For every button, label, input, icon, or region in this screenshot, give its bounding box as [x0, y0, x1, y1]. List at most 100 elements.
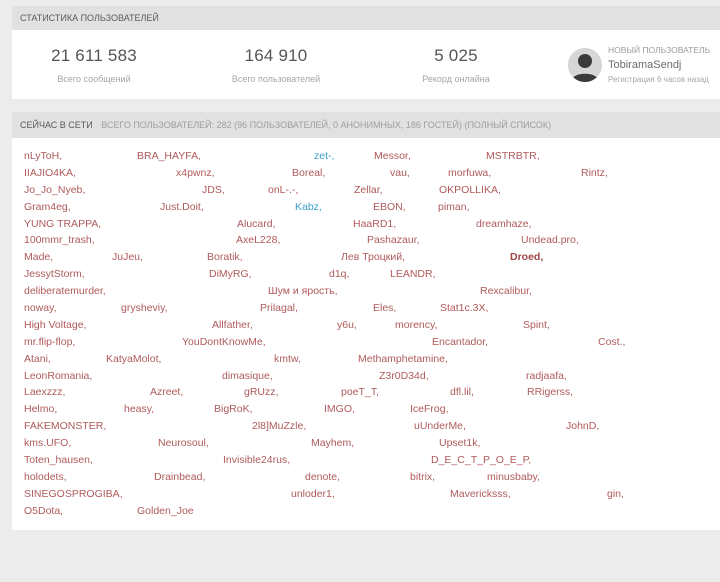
user-link[interactable]: AxeL228, — [236, 234, 280, 246]
user-link[interactable]: Boratik, — [207, 251, 243, 263]
user-link[interactable]: Just.Doit, — [160, 201, 204, 213]
user-link[interactable]: Stat1c.3X, — [440, 302, 488, 314]
newest-user-avatar[interactable] — [568, 48, 602, 82]
user-link[interactable]: IceFrog, — [410, 403, 449, 415]
user-link[interactable]: YUNG TRAPPA, — [24, 218, 101, 230]
user-link[interactable]: Methamphetamine, — [358, 353, 448, 365]
user-link[interactable]: nLyToH, — [24, 150, 62, 162]
user-link[interactable]: morfuwa, — [448, 167, 491, 179]
user-link[interactable]: Prilagal, — [260, 302, 298, 314]
user-link[interactable]: RRigerss, — [527, 386, 573, 398]
user-link[interactable]: Golden_Joe — [137, 505, 194, 517]
user-link[interactable]: kms.UFO, — [24, 437, 71, 449]
user-link[interactable]: KatyaMolot, — [106, 353, 161, 365]
user-link[interactable]: BigRoK, — [214, 403, 253, 415]
user-link[interactable]: minusbaby, — [487, 471, 540, 483]
user-link[interactable]: HaaRD1, — [353, 218, 396, 230]
user-link[interactable]: IIAJIO4KA, — [24, 167, 76, 179]
user-link[interactable]: Azreet, — [150, 386, 183, 398]
user-link[interactable]: MSTRBTR, — [486, 150, 540, 162]
user-link[interactable]: LeonRomania, — [24, 370, 92, 382]
user-link[interactable]: Cost., — [598, 336, 625, 348]
user-link[interactable]: denote, — [305, 471, 340, 483]
user-link[interactable]: Gram4eg, — [24, 201, 71, 213]
user-link[interactable]: Z3r0D34d, — [379, 370, 429, 382]
user-link[interactable]: Droed, — [510, 251, 543, 263]
newest-user-name[interactable]: TobiramaSendj — [608, 59, 710, 71]
online-summary[interactable]: ВСЕГО ПОЛЬЗОВАТЕЛЕЙ: 282 (96 ПОЛЬЗОВАТЕЛ… — [101, 120, 551, 130]
user-link[interactable]: d1q, — [329, 268, 349, 280]
user-link[interactable]: FAKEMONSTER, — [24, 420, 106, 432]
user-link[interactable]: Laexzzz, — [24, 386, 65, 398]
user-link[interactable]: uUnderMe, — [414, 420, 466, 432]
user-link[interactable]: y6u, — [337, 319, 357, 331]
user-link[interactable]: D_E_C_T_P_O_E_P, — [431, 454, 531, 466]
user-link[interactable]: piman, — [438, 201, 470, 213]
user-link[interactable]: bitrix, — [410, 471, 435, 483]
user-link[interactable]: SINEGOSPROGIBA, — [24, 488, 123, 500]
user-link[interactable]: Jo_Jo_Nyeb, — [24, 184, 85, 196]
user-link[interactable]: Made, — [24, 251, 53, 263]
user-link[interactable]: Rexcalibur, — [480, 285, 532, 297]
user-link[interactable]: Helmo, — [24, 403, 57, 415]
user-link[interactable]: radjaafa, — [526, 370, 567, 382]
user-link[interactable]: DiMyRG, — [209, 268, 252, 280]
user-link[interactable]: JohnD, — [566, 420, 599, 432]
user-link[interactable]: heasy, — [124, 403, 154, 415]
user-link[interactable]: Undead.pro, — [521, 234, 579, 246]
user-link[interactable]: vau, — [390, 167, 410, 179]
user-link[interactable]: JDS, — [202, 184, 225, 196]
user-link[interactable]: Atani, — [24, 353, 51, 365]
user-row: nLyToH, BRA_HAYFA, zet-, Messor, MSTRBTR, — [24, 150, 704, 167]
user-link[interactable]: gRUzz, — [244, 386, 278, 398]
user-link[interactable]: Шум и ярость, — [268, 285, 338, 297]
user-link[interactable]: Mavericksss, — [450, 488, 511, 500]
user-link[interactable]: mr.flip-flop, — [24, 336, 75, 348]
user-link[interactable]: 100mmr_trash, — [24, 234, 95, 246]
user-link[interactable]: Boreal, — [292, 167, 325, 179]
user-link[interactable]: zet-, — [314, 150, 334, 162]
user-link[interactable]: Alucard, — [237, 218, 276, 230]
user-link[interactable]: Kabz, — [295, 201, 322, 213]
user-link[interactable]: Invisible24rus, — [223, 454, 290, 466]
user-link[interactable]: onL-.-, — [268, 184, 298, 196]
user-link[interactable]: dimasique, — [222, 370, 273, 382]
user-link[interactable]: BRA_HAYFA, — [137, 150, 201, 162]
user-link[interactable]: kmtw, — [274, 353, 301, 365]
user-link[interactable]: x4pwnz, — [176, 167, 215, 179]
user-link[interactable]: Mayhem, — [311, 437, 354, 449]
user-link[interactable]: Allfather, — [212, 319, 253, 331]
user-link[interactable]: dreamhaze, — [476, 218, 531, 230]
user-link[interactable]: holodets, — [24, 471, 67, 483]
user-link[interactable]: dfl.lil, — [450, 386, 474, 398]
user-link[interactable]: LEANDR, — [390, 268, 436, 280]
user-link[interactable]: JuJeu, — [112, 251, 143, 263]
user-link[interactable]: Pashazaur, — [367, 234, 420, 246]
user-link[interactable]: Лев Троцкий, — [341, 251, 405, 263]
user-link[interactable]: Eles, — [373, 302, 396, 314]
user-link[interactable]: Messor, — [374, 150, 411, 162]
user-link[interactable]: 2l8]MuZzle, — [252, 420, 306, 432]
user-link[interactable]: grysheviy, — [121, 302, 168, 314]
user-link[interactable]: morency, — [395, 319, 437, 331]
user-link[interactable]: Rintz, — [581, 167, 608, 179]
user-link[interactable]: YouDontKnowMe, — [182, 336, 266, 348]
user-link[interactable]: Spint, — [523, 319, 550, 331]
user-link[interactable]: High Voltage, — [24, 319, 86, 331]
user-link[interactable]: noway, — [24, 302, 57, 314]
user-link[interactable]: Drainbead, — [154, 471, 205, 483]
user-link[interactable]: gin, — [607, 488, 624, 500]
user-link[interactable]: Zellar, — [354, 184, 383, 196]
user-link[interactable]: Neurosoul, — [158, 437, 209, 449]
user-link[interactable]: Toten_hausen, — [24, 454, 93, 466]
user-link[interactable]: deliberatemurder, — [24, 285, 106, 297]
user-link[interactable]: unloder1, — [291, 488, 335, 500]
user-link[interactable]: IMGO, — [324, 403, 355, 415]
user-link[interactable]: OKPOLLIKA, — [439, 184, 501, 196]
user-link[interactable]: EBON, — [373, 201, 406, 213]
user-link[interactable]: Encantador, — [432, 336, 488, 348]
user-link[interactable]: O5Dota, — [24, 505, 63, 517]
user-link[interactable]: Upset1k, — [439, 437, 480, 449]
user-link[interactable]: JessytStorm, — [24, 268, 85, 280]
user-link[interactable]: poeT_T, — [341, 386, 379, 398]
